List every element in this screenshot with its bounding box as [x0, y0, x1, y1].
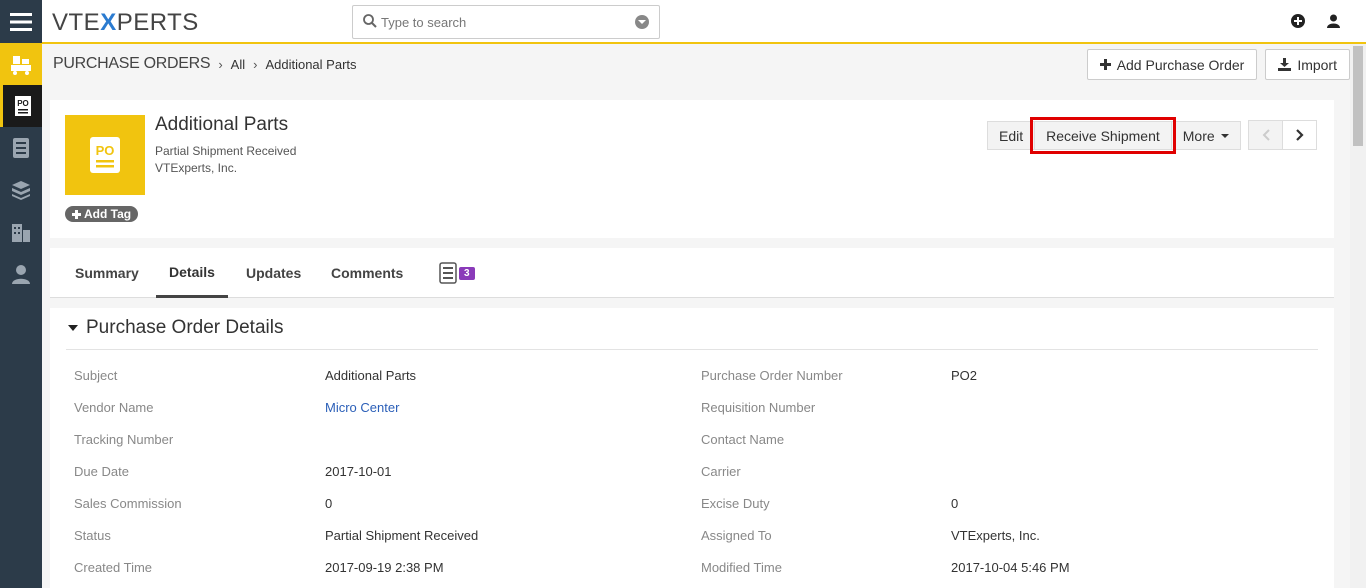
- breadcrumb-record: Additional Parts: [265, 56, 357, 72]
- plus-icon: [1099, 59, 1111, 70]
- field-value: VTExperts, Inc.: [951, 528, 1040, 543]
- scrollbar-thumb[interactable]: [1353, 46, 1363, 146]
- inventory-module-icon[interactable]: [0, 43, 42, 85]
- section-divider: [66, 349, 1318, 350]
- download-icon: [1278, 58, 1292, 71]
- import-button[interactable]: Import: [1265, 49, 1350, 80]
- invoice-module-icon[interactable]: [0, 127, 42, 169]
- caret-down-icon: [1220, 133, 1229, 138]
- user-profile-icon[interactable]: [1327, 14, 1340, 33]
- search-dropdown-icon[interactable]: [635, 15, 649, 29]
- svg-text:PO: PO: [17, 99, 29, 108]
- left-rail: PO: [0, 0, 42, 588]
- breadcrumb-filter[interactable]: All: [231, 57, 245, 72]
- field-value: 2017-10-04 5:46 PM: [951, 560, 1070, 575]
- field-row: Sales Commission 0 Excise Duty 0: [50, 496, 1334, 528]
- add-tag-button[interactable]: Add Tag: [65, 206, 139, 222]
- vendor-link[interactable]: Micro Center: [325, 400, 399, 415]
- field-label: Status: [74, 528, 111, 543]
- chevron-left-icon: [1262, 129, 1270, 141]
- purchase-order-module-icon[interactable]: PO: [0, 85, 42, 127]
- field-value: PO2: [951, 368, 978, 383]
- edit-button[interactable]: Edit: [987, 121, 1036, 150]
- top-bar: VTEXPERTS: [42, 0, 1366, 44]
- field-label: Assigned To: [701, 528, 772, 543]
- chevron-right-icon: [1295, 129, 1304, 141]
- record-tabs: Summary Details Updates Comments 3: [50, 248, 1334, 298]
- app-logo[interactable]: VTEXPERTS: [52, 9, 199, 37]
- breadcrumb-module[interactable]: PURCHASE ORDERS: [53, 55, 211, 73]
- record-header: PO Add Tag Additional Parts Partial Ship…: [50, 100, 1334, 238]
- search-icon: [363, 14, 377, 33]
- more-label: More: [1182, 127, 1215, 144]
- hamburger-menu-icon[interactable]: [0, 0, 42, 43]
- field-label: Contact Name: [701, 432, 785, 447]
- field-label: Tracking Number: [74, 432, 174, 447]
- field-row: Created Time 2017-09-19 2:38 PM Modified…: [50, 560, 1334, 588]
- details-panel: Purchase Order Details Subject Additiona…: [50, 308, 1334, 588]
- import-label: Import: [1297, 56, 1337, 73]
- field-label: Requisition Number: [701, 400, 816, 415]
- section-title: Purchase Order Details: [86, 317, 284, 338]
- caret-down-icon: [68, 325, 78, 331]
- field-label: Purchase Order Number: [701, 368, 843, 383]
- field-label: Subject: [74, 368, 118, 383]
- svg-text:PO: PO: [96, 143, 115, 158]
- next-record-button[interactable]: [1282, 120, 1317, 150]
- field-label: Vendor Name: [74, 400, 154, 415]
- field-row: Subject Additional Parts Purchase Order …: [50, 368, 1334, 400]
- page-scrollbar[interactable]: [1350, 44, 1366, 588]
- tab-related-invoices[interactable]: 3: [439, 248, 475, 298]
- field-value: Partial Shipment Received: [325, 528, 479, 543]
- section-header[interactable]: Purchase Order Details: [68, 317, 283, 339]
- breadcrumb-bar: PURCHASE ORDERS › All › Additional Parts…: [42, 44, 1350, 100]
- field-value: 2017-10-01: [325, 464, 392, 479]
- breadcrumb: PURCHASE ORDERS › All › Additional Parts: [53, 55, 357, 73]
- field-row: Tracking Number Contact Name: [50, 432, 1334, 464]
- chevron-right-icon: ›: [253, 56, 258, 72]
- field-label: Carrier: [701, 464, 741, 479]
- previous-record-button[interactable]: [1248, 120, 1283, 150]
- record-vendor: VTExperts, Inc.: [155, 161, 238, 175]
- plus-icon: [72, 209, 81, 219]
- field-label: Due Date: [74, 464, 129, 479]
- field-value: Additional Parts: [325, 368, 417, 383]
- field-label: Created Time: [74, 560, 153, 575]
- field-row: Vendor Name Micro Center Requisition Num…: [50, 400, 1334, 432]
- field-row: Due Date 2017-10-01 Carrier: [50, 464, 1334, 496]
- field-value: 0: [325, 496, 333, 511]
- products-module-icon[interactable]: [0, 169, 42, 211]
- field-label: Excise Duty: [701, 496, 770, 511]
- quick-create-icon[interactable]: [1291, 14, 1305, 33]
- tab-details[interactable]: Details: [156, 248, 228, 298]
- more-dropdown-button[interactable]: More: [1170, 121, 1241, 150]
- field-value: 0: [951, 496, 959, 511]
- search-input[interactable]: [381, 13, 621, 31]
- add-tag-label: Add Tag: [84, 207, 132, 221]
- add-purchase-order-label: Add Purchase Order: [1116, 56, 1245, 73]
- field-label: Sales Commission: [74, 496, 182, 511]
- purchase-order-record-icon: PO: [65, 115, 145, 195]
- record-status: Partial Shipment Received: [155, 144, 297, 158]
- vendors-module-icon[interactable]: [0, 211, 42, 253]
- field-value: 2017-09-19 2:38 PM: [325, 560, 444, 575]
- tab-comments[interactable]: Comments: [331, 248, 403, 298]
- invoice-icon: [439, 262, 457, 284]
- chevron-right-icon: ›: [218, 56, 223, 72]
- field-row: Status Partial Shipment Received Assigne…: [50, 528, 1334, 560]
- receive-shipment-button[interactable]: Receive Shipment: [1030, 117, 1176, 154]
- tab-summary[interactable]: Summary: [75, 248, 139, 298]
- related-count-badge: 3: [459, 266, 475, 280]
- field-label: Modified Time: [701, 560, 782, 575]
- add-purchase-order-button[interactable]: Add Purchase Order: [1086, 49, 1258, 80]
- tab-updates[interactable]: Updates: [246, 248, 301, 298]
- global-search: [352, 5, 660, 39]
- record-title: Additional Parts: [155, 114, 289, 135]
- contacts-module-icon[interactable]: [0, 253, 42, 295]
